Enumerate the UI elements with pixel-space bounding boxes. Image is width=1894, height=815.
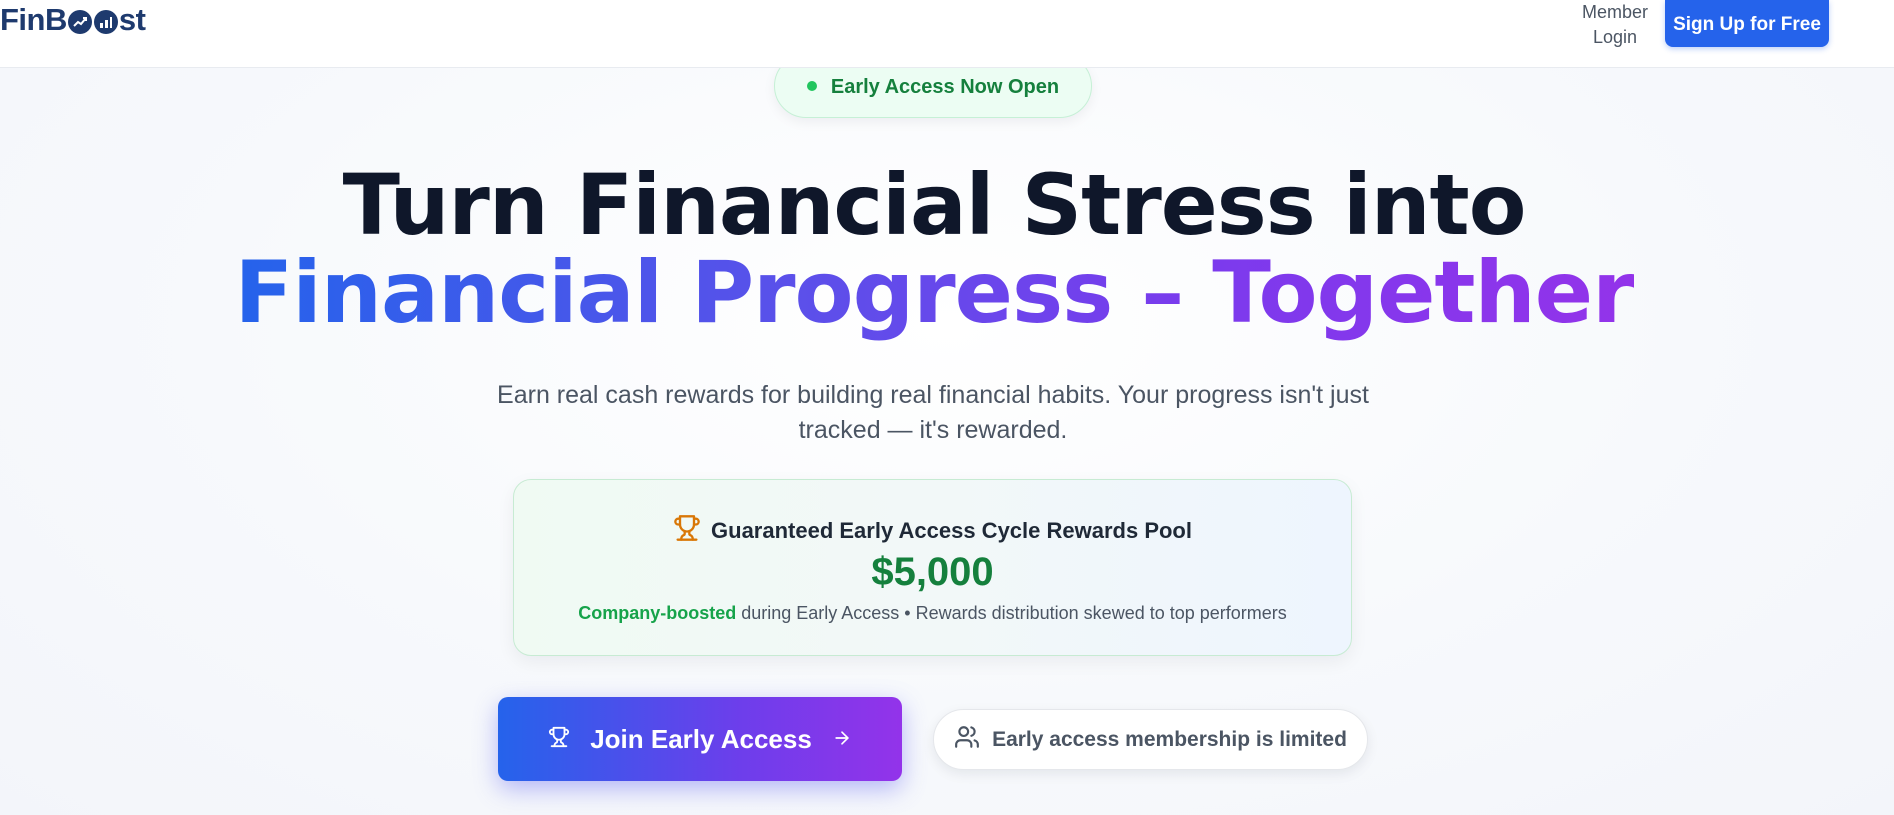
arrow-right-icon — [832, 724, 852, 755]
membership-limited-label: Early access membership is limited — [992, 727, 1347, 751]
rewards-pool-note: Company-boosted during Early Access • Re… — [514, 603, 1351, 624]
rewards-pool-card: Guaranteed Early Access Cycle Rewards Po… — [513, 479, 1352, 656]
rewards-pool-title: Guaranteed Early Access Cycle Rewards Po… — [711, 518, 1192, 543]
finboost-logo[interactable]: FinB st — [0, 2, 146, 38]
sign-up-button[interactable]: Sign Up for Free — [1665, 0, 1829, 47]
rewards-pool-note-highlight: Company-boosted — [578, 603, 737, 623]
trophy-icon — [673, 514, 701, 548]
trophy-icon — [548, 724, 570, 755]
logo-text-right: st — [118, 2, 146, 37]
membership-limited-notice: Early access membership is limited — [933, 709, 1368, 770]
hero-headline-gradient-text: Financial Progress – Together — [234, 243, 1635, 343]
join-early-access-label: Join Early Access — [590, 723, 812, 754]
hero-subtitle: Earn real cash rewards for building real… — [497, 381, 1369, 444]
early-access-badge-label: Early Access Now Open — [830, 75, 1060, 98]
member-login-line2: Login — [1592, 27, 1638, 47]
logo-chart-icon — [67, 10, 92, 34]
rewards-pool-title-row: Guaranteed Early Access Cycle Rewards Po… — [514, 514, 1351, 548]
join-early-access-button[interactable]: Join Early Access — [498, 697, 902, 781]
hero-headline-line2: Financial Progress – Together — [0, 243, 1868, 343]
logo-text-left: FinB — [0, 2, 67, 37]
member-login-link[interactable]: Member Login — [1570, 0, 1660, 50]
rewards-pool-amount: $5,000 — [871, 550, 994, 594]
logo-growth-icon — [93, 10, 118, 34]
hero-headline-line1: Turn Financial Stress into — [342, 156, 1527, 254]
users-icon — [954, 724, 980, 756]
member-login-line1: Member — [1581, 2, 1648, 22]
site-header: FinB st Member Login Sign Up for Free — [0, 0, 1894, 68]
status-dot-icon — [806, 81, 817, 91]
rewards-pool-note-rest: during Early Access • Rewards distributi… — [736, 603, 1287, 623]
